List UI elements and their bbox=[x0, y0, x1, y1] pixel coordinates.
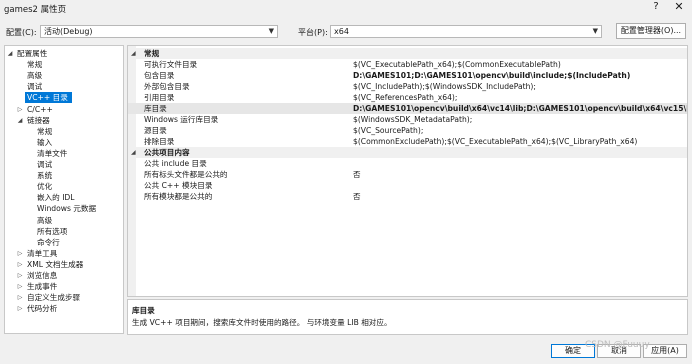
property-value[interactable]: 否 bbox=[353, 169, 361, 180]
tree-item[interactable]: 所有选项 bbox=[37, 226, 67, 237]
grid-row[interactable]: 引用目录 $(VC_ReferencesPath_x64); bbox=[128, 92, 687, 103]
tree-item[interactable]: 清单工具 bbox=[27, 248, 57, 259]
grid-row[interactable]: Windows 运行库目录 $(WindowsSDK_MetadataPath); bbox=[128, 114, 687, 125]
property-tree[interactable]: ◢ 配置属性 常规 高级 调试 VC++ 目录 ▷ C/C++ ◢ 链接器 常规 输入 清单文件 调试 系统… bbox=[4, 45, 124, 334]
grid-row[interactable]: 库目录 D:\GAMES101\opencv\build\x64\vc14\lib… bbox=[128, 103, 687, 114]
property-name: 引用目录 bbox=[144, 93, 175, 102]
description-title: 库目录 bbox=[132, 306, 155, 315]
grid-row[interactable]: 源目录 $(VC_SourcePath); bbox=[128, 125, 687, 136]
close-icon[interactable]: ✕ bbox=[672, 0, 686, 13]
grid-category[interactable]: ◢ 公共项目内容 bbox=[128, 147, 687, 158]
watermark: CSDN @Fuuuy bbox=[585, 340, 650, 350]
config-manager-button[interactable]: 配置管理器(O)... bbox=[616, 23, 686, 39]
property-value[interactable]: D:\GAMES101\opencv\build\x64\vc14\lib;D:… bbox=[353, 103, 687, 114]
property-name: 库目录 bbox=[144, 104, 167, 113]
tree-item[interactable]: 嵌入的 IDL bbox=[37, 192, 75, 203]
config-value: 活动(Debug) bbox=[44, 27, 93, 36]
grid-row[interactable]: 所有标头文件都是公共的 否 bbox=[128, 169, 687, 180]
property-value[interactable]: $(CommonExcludePath);$(VC_ExecutablePath… bbox=[353, 136, 637, 147]
tree-item[interactable]: 高级 bbox=[37, 215, 52, 226]
grid-row[interactable]: 外部包含目录 $(VC_IncludePath);$(WindowsSDK_Inc… bbox=[128, 81, 687, 92]
description-text: 生成 VC++ 项目期间，搜索库文件时使用的路径。 与环境变量 LIB 相对应。 bbox=[132, 318, 392, 327]
tree-item[interactable]: 配置属性 bbox=[17, 48, 47, 59]
tree-item[interactable]: 命令行 bbox=[37, 237, 60, 248]
tree-item[interactable]: C/C++ bbox=[27, 104, 53, 115]
property-name: 排除目录 bbox=[144, 137, 175, 146]
platform-label: 平台(P): bbox=[298, 28, 328, 37]
property-name: 公共 C++ 模块目录 bbox=[144, 181, 213, 190]
grid-row[interactable]: 公共 include 目录 bbox=[128, 158, 687, 169]
tree-item[interactable]: 输入 bbox=[37, 137, 52, 148]
property-value[interactable]: 否 bbox=[353, 191, 361, 202]
property-value[interactable]: $(VC_ExecutablePath_x64);$(CommonExecuta… bbox=[353, 59, 561, 70]
property-name: 包含目录 bbox=[144, 71, 175, 80]
property-name: 外部包含目录 bbox=[144, 82, 190, 91]
tree-item[interactable]: 调试 bbox=[27, 81, 42, 92]
grid-row[interactable]: 公共 C++ 模块目录 bbox=[128, 180, 687, 191]
grid-category-label: 公共项目内容 bbox=[144, 148, 190, 157]
tree-item[interactable]: 常规 bbox=[27, 59, 42, 70]
tree-item[interactable]: XML 文档生成器 bbox=[27, 259, 83, 270]
property-name: 所有模块都是公共的 bbox=[144, 192, 213, 201]
help-icon[interactable]: ? bbox=[649, 1, 663, 12]
property-name: 公共 include 目录 bbox=[144, 159, 207, 168]
grid-category[interactable]: ◢ 常规 bbox=[128, 48, 687, 59]
tree-item[interactable]: 自定义生成步骤 bbox=[27, 292, 80, 303]
property-value[interactable]: $(VC_IncludePath);$(WindowsSDK_IncludePa… bbox=[353, 81, 536, 92]
tree-item[interactable]: 生成事件 bbox=[27, 281, 57, 292]
property-value[interactable]: $(VC_SourcePath); bbox=[353, 125, 423, 136]
tree-item[interactable]: 优化 bbox=[37, 181, 52, 192]
expand-arrow-icon[interactable]: ▷ bbox=[16, 106, 24, 113]
tree-item[interactable]: 代码分析 bbox=[27, 303, 57, 314]
platform-select[interactable]: x64 ▼ bbox=[330, 25, 602, 38]
property-name: 可执行文件目录 bbox=[144, 60, 198, 69]
property-value[interactable]: $(WindowsSDK_MetadataPath); bbox=[353, 114, 472, 125]
config-label: 配置(C): bbox=[6, 28, 37, 37]
chevron-down-icon: ▼ bbox=[592, 27, 598, 35]
tree-item[interactable]: 高级 bbox=[27, 70, 42, 81]
expand-arrow-icon[interactable]: ▷ bbox=[16, 261, 24, 268]
description-panel: 库目录 生成 VC++ 项目期间，搜索库文件时使用的路径。 与环境变量 LIB … bbox=[127, 299, 688, 335]
collapse-arrow-icon[interactable]: ◢ bbox=[16, 117, 24, 124]
grid-row[interactable]: 包含目录 D:\GAMES101;D:\GAMES101\opencv\build… bbox=[128, 70, 687, 81]
property-name: Windows 运行库目录 bbox=[144, 115, 219, 124]
grid-row[interactable]: 排除目录 $(CommonExcludePath);$(VC_Executable… bbox=[128, 136, 687, 147]
platform-value: x64 bbox=[334, 27, 349, 36]
tree-item[interactable]: VC++ 目录 bbox=[25, 92, 72, 104]
window-title: games2 属性页 bbox=[4, 5, 67, 15]
tree-item[interactable]: 链接器 bbox=[27, 115, 50, 126]
property-name: 源目录 bbox=[144, 126, 167, 135]
tree-item[interactable]: 浏览信息 bbox=[27, 270, 57, 281]
expand-arrow-icon[interactable]: ▷ bbox=[16, 283, 24, 290]
collapse-arrow-icon[interactable]: ◢ bbox=[131, 147, 136, 158]
expand-arrow-icon[interactable]: ▷ bbox=[16, 272, 24, 279]
grid-row[interactable]: 可执行文件目录 $(VC_ExecutablePath_x64);$(Common… bbox=[128, 59, 687, 70]
property-grid[interactable]: ◢ 常规可执行文件目录 $(VC_ExecutablePath_x64);$(Com… bbox=[127, 45, 688, 297]
property-value[interactable]: $(VC_ReferencesPath_x64); bbox=[353, 92, 457, 103]
config-select[interactable]: 活动(Debug) ▼ bbox=[40, 25, 278, 38]
collapse-arrow-icon[interactable]: ◢ bbox=[6, 50, 14, 57]
tree-item[interactable]: Windows 元数据 bbox=[37, 203, 96, 214]
collapse-arrow-icon[interactable]: ◢ bbox=[131, 48, 136, 59]
expand-arrow-icon[interactable]: ▷ bbox=[16, 250, 24, 257]
tree-item[interactable]: 系统 bbox=[37, 170, 52, 181]
grid-category-label: 常规 bbox=[144, 49, 160, 58]
tree-item[interactable]: 常规 bbox=[37, 126, 52, 137]
property-value[interactable]: D:\GAMES101;D:\GAMES101\opencv\build\inc… bbox=[353, 70, 630, 81]
expand-arrow-icon[interactable]: ▷ bbox=[16, 294, 24, 301]
tree-item[interactable]: 调试 bbox=[37, 159, 52, 170]
chevron-down-icon: ▼ bbox=[268, 27, 274, 35]
tree-item[interactable]: 清单文件 bbox=[37, 148, 67, 159]
expand-arrow-icon[interactable]: ▷ bbox=[16, 305, 24, 312]
property-name: 所有标头文件都是公共的 bbox=[144, 170, 228, 179]
grid-row[interactable]: 所有模块都是公共的 否 bbox=[128, 191, 687, 202]
